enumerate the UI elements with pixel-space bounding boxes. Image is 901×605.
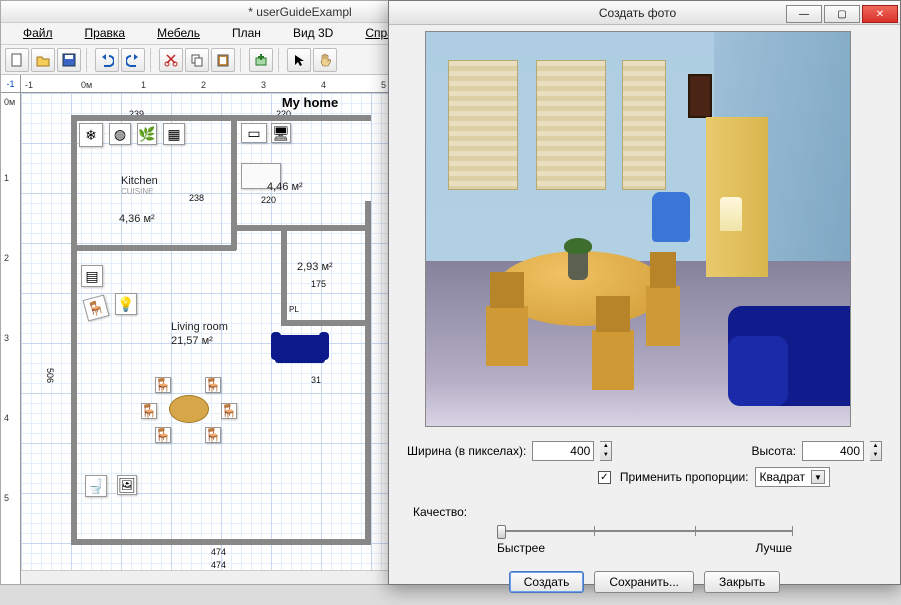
copy-icon[interactable] [185, 48, 209, 72]
ratio-dropdown[interactable]: Квадрат ▼ [755, 467, 831, 487]
main-title: * userGuideExampl [248, 5, 351, 19]
furn-monitor-icon[interactable]: 🖥 [271, 123, 291, 143]
dim-lr-w: 220 [261, 195, 276, 205]
furn-sofa-icon[interactable] [275, 335, 325, 363]
ratio-label: Применить пропорции: [620, 470, 749, 484]
menu-furniture[interactable]: Мебель [141, 23, 216, 44]
height-label: Высота: [751, 444, 796, 458]
maximize-icon[interactable]: ▢ [824, 5, 860, 23]
house-plan: ❄ ◍ 🌿 ▦ Kitchen CUISINE 4,36 м² 238 ▭ 🖥 … [71, 115, 371, 545]
furn-sink-icon[interactable]: ◍ [109, 123, 131, 145]
furn-toilet-icon[interactable]: 🚽 [85, 475, 107, 497]
save-icon[interactable] [57, 48, 81, 72]
close-icon[interactable]: ✕ [862, 5, 898, 23]
bedroom-area: 4,46 м² [267, 181, 303, 193]
paste-icon[interactable] [211, 48, 235, 72]
close-button[interactable]: Закрыть [704, 571, 780, 593]
kitchen-area: 4,36 м² [119, 213, 155, 225]
dim-lr-left: 506 [45, 368, 55, 383]
undo-icon[interactable] [95, 48, 119, 72]
officechair3d-icon [652, 192, 690, 242]
open-icon[interactable] [31, 48, 55, 72]
kitchen-label: Kitchen [121, 175, 158, 187]
furn-chair-f-icon[interactable]: 🪑 [205, 427, 221, 443]
furn-chair-a-icon[interactable]: 🪑 [155, 377, 171, 393]
minimize-icon[interactable]: — [786, 5, 822, 23]
new-icon[interactable] [5, 48, 29, 72]
furn-art-icon[interactable]: 🖼 [117, 475, 137, 495]
furn-lamp-icon[interactable]: 💡 [115, 293, 137, 315]
quality-fast-label: Быстрее [497, 541, 545, 555]
width-label: Ширина (в пикселах): [407, 444, 526, 458]
quality-slider[interactable] [497, 523, 792, 539]
pointer-icon[interactable] [287, 48, 311, 72]
chair3d-left-icon [486, 306, 528, 366]
furn-chair-b-icon[interactable]: 🪑 [205, 377, 221, 393]
furn-fridge-icon[interactable]: ❄ [79, 123, 103, 147]
sofa3d-icon [728, 306, 851, 406]
dialog-form: Ширина (в пикселах): ▲▼ Высота: ▲▼ ✓ При… [389, 437, 900, 499]
furn-desk-icon[interactable]: ▭ [241, 123, 267, 143]
width-spinner[interactable]: ▲▼ [600, 441, 612, 461]
dim-k-w: 238 [189, 193, 204, 203]
bath-area: 2,93 м² [297, 261, 333, 273]
vase3d-icon [568, 250, 588, 280]
lamp3d-icon [720, 197, 742, 231]
furn-plant-icon[interactable]: 🌿 [137, 123, 157, 145]
ratio-value: Квадрат [760, 470, 806, 484]
furn-chair-c-icon[interactable]: 🪑 [141, 403, 157, 419]
width-input[interactable] [532, 441, 594, 461]
furn-chair1-icon[interactable]: 🪑 [83, 295, 110, 322]
furn-chair-e-icon[interactable]: 🪑 [155, 427, 171, 443]
dim-bath-w: 175 [311, 279, 326, 289]
height-spinner[interactable]: ▲▼ [870, 441, 882, 461]
create-photo-dialog: Создать фото — ▢ ✕ Ширина (в пикселах): … [388, 0, 901, 585]
furn-stove-icon[interactable]: ▦ [163, 123, 185, 145]
plan-title: My home [282, 95, 338, 110]
chair3d-front-icon [592, 330, 634, 390]
quality-best-label: Лучше [755, 541, 792, 555]
save-button[interactable]: Сохранить... [594, 571, 694, 593]
render-preview [425, 31, 851, 427]
dim-side: 31 [311, 375, 321, 385]
height-input[interactable] [802, 441, 864, 461]
ratio-checkbox[interactable]: ✓ [598, 471, 611, 484]
window3d-1-icon [448, 60, 518, 190]
lr-label: Living room [171, 321, 228, 333]
window3d-2-icon [536, 60, 606, 190]
redo-icon[interactable] [121, 48, 145, 72]
menu-edit[interactable]: Правка [69, 23, 142, 44]
dim-bottom: 474 [211, 547, 226, 557]
furn-chair-d-icon[interactable]: 🪑 [221, 403, 237, 419]
ruler-vertical: 0м 1 2 3 4 5 [1, 93, 21, 584]
chevron-down-icon: ▼ [811, 470, 825, 484]
hand-icon[interactable] [313, 48, 337, 72]
menu-view3d[interactable]: Вид 3D [277, 23, 349, 44]
create-button[interactable]: Создать [509, 571, 585, 593]
lr-area: 21,57 м² [171, 335, 213, 347]
furn-shelf-icon[interactable]: ▤ [81, 265, 103, 287]
dialog-title: Создать фото [489, 6, 786, 20]
menu-plan[interactable]: План [216, 23, 277, 44]
picture3d-icon [688, 74, 712, 118]
dim-bottom2: 474 [211, 560, 226, 570]
cut-icon[interactable] [159, 48, 183, 72]
furn-table-icon[interactable] [169, 395, 209, 423]
add-furniture-icon[interactable] [249, 48, 273, 72]
chair3d-right-icon [646, 286, 680, 346]
quality-label: Качество: [413, 505, 467, 519]
cuisine-label: CUISINE [121, 187, 153, 196]
ruler-corner: -1 [1, 75, 21, 93]
window3d-3-icon [622, 60, 666, 190]
pl-label: PL [289, 305, 299, 314]
dialog-titlebar[interactable]: Создать фото — ▢ ✕ [389, 1, 900, 25]
dialog-buttons: Создать Сохранить... Закрыть [389, 565, 900, 605]
menu-file[interactable]: Файл [7, 23, 69, 44]
